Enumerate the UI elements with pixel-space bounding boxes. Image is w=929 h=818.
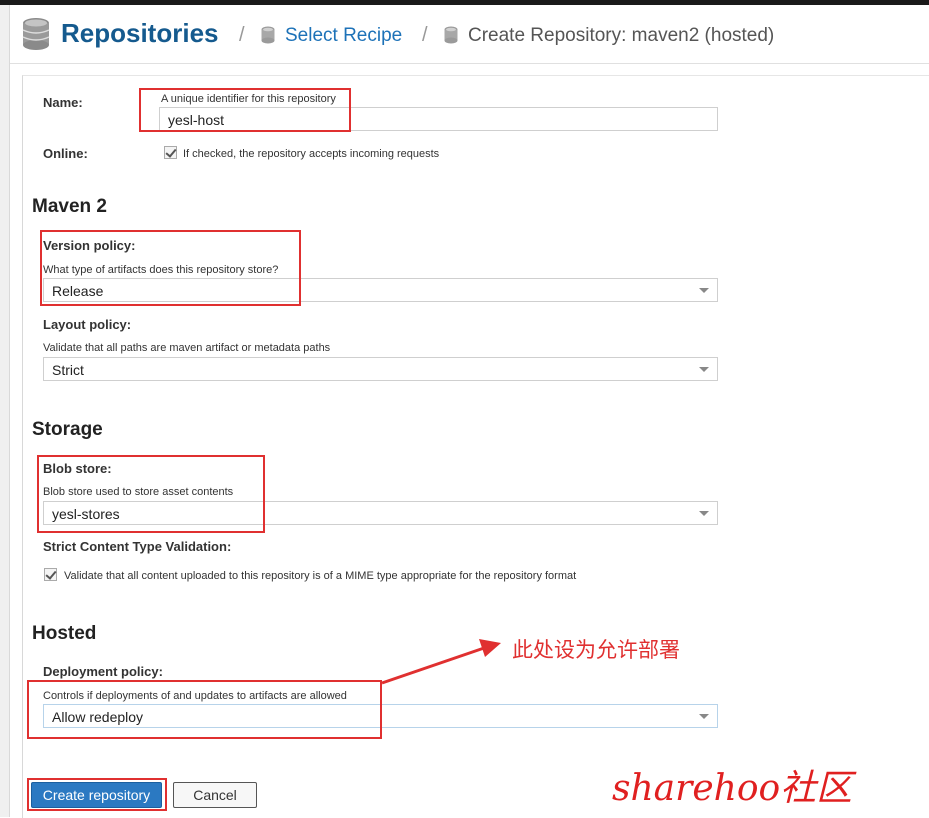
breadcrumb-current: Create Repository: maven2 (hosted)	[468, 25, 775, 46]
layout-policy-value: Strict	[52, 362, 84, 378]
checkmark-icon	[165, 146, 177, 158]
layout-policy-label: Layout policy:	[43, 317, 132, 332]
left-edge-strip	[0, 5, 10, 817]
highlight-name	[139, 88, 351, 132]
chevron-down-icon[interactable]	[699, 714, 709, 719]
database-icon	[444, 26, 458, 49]
chevron-down-icon[interactable]	[699, 288, 709, 293]
layout-policy-help: Validate that all paths are maven artifa…	[43, 342, 331, 354]
highlight-blob-store	[37, 455, 265, 533]
strict-content-checkbox[interactable]	[44, 568, 57, 581]
database-icon	[261, 26, 275, 49]
annotation-arrow-icon	[381, 639, 501, 685]
online-help: If checked, the repository accepts incom…	[183, 148, 440, 160]
name-label: Name:	[43, 95, 83, 110]
strict-content-label: Strict Content Type Validation:	[43, 539, 232, 554]
chevron-down-icon[interactable]	[699, 367, 709, 372]
section-hosted: Hosted	[32, 623, 97, 644]
online-label: Online:	[43, 146, 88, 161]
watermark: sharehoo社区	[612, 768, 853, 809]
cancel-button[interactable]: Cancel	[173, 782, 257, 808]
highlight-deployment-policy	[27, 680, 382, 739]
page-title[interactable]: Repositories	[61, 18, 219, 49]
layout-policy-select[interactable]: Strict	[43, 357, 718, 381]
database-icon	[22, 17, 50, 56]
strict-content-help: Validate that all content uploaded to th…	[64, 570, 577, 582]
breadcrumb-link-select-recipe[interactable]: Select Recipe	[285, 25, 402, 47]
online-checkbox[interactable]	[164, 146, 177, 159]
highlight-version-policy	[40, 230, 301, 306]
chevron-down-icon[interactable]	[699, 511, 709, 516]
annotation-note: 此处设为允许部署	[512, 638, 680, 662]
section-maven: Maven 2	[32, 196, 107, 217]
highlight-create-button	[27, 778, 167, 811]
deployment-policy-label: Deployment policy:	[43, 664, 163, 679]
checkmark-icon	[45, 568, 57, 580]
breadcrumb-separator: /	[422, 24, 428, 46]
section-storage: Storage	[32, 419, 103, 440]
breadcrumb: Repositories / Select Recipe / Create Re…	[10, 5, 929, 64]
breadcrumb-separator: /	[239, 24, 245, 46]
